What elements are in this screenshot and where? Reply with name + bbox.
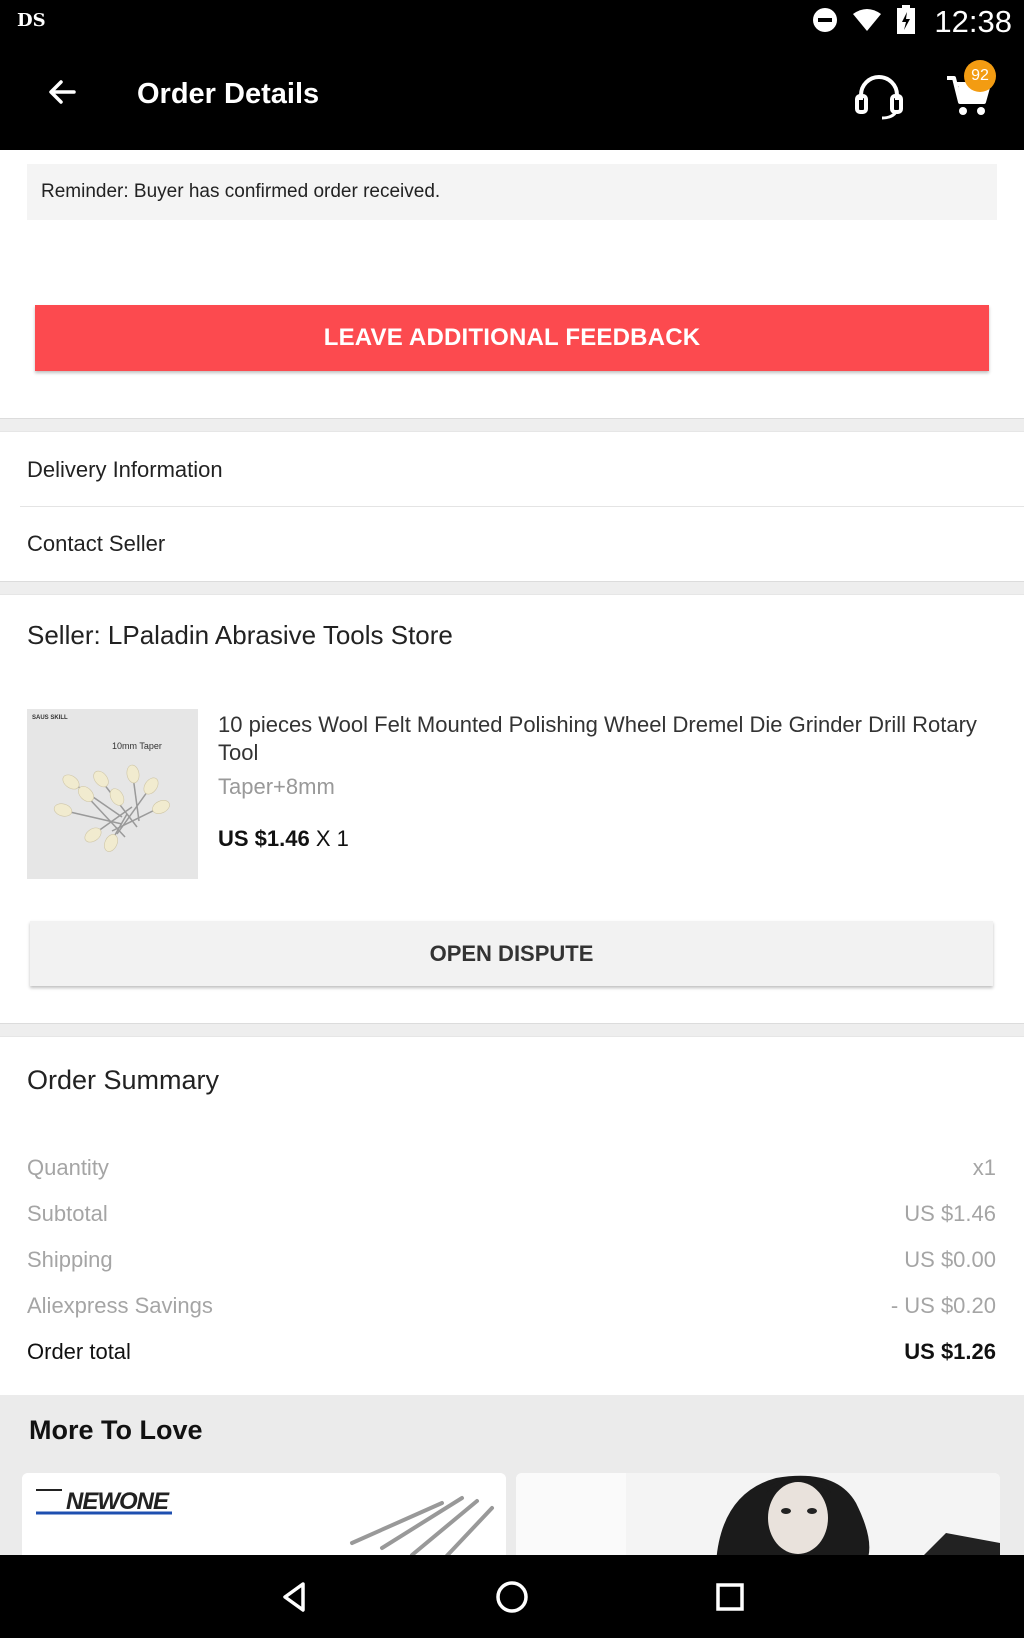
cart-icon xyxy=(944,76,994,124)
order-summary-title: Order Summary xyxy=(27,1065,220,1095)
summary-row-subtotal: Subtotal US $1.46 xyxy=(27,1198,996,1230)
summary-row-shipping: Shipping US $0.00 xyxy=(27,1244,996,1276)
nav-back-button[interactable] xyxy=(266,1571,322,1627)
leave-feedback-button[interactable]: LEAVE ADDITIONAL FEEDBACK xyxy=(35,305,989,371)
product-image-label: 10mm Taper xyxy=(112,741,162,751)
brand-logo-text: NEWONE xyxy=(66,1488,170,1515)
nav-home-icon xyxy=(494,1579,530,1620)
summary-label: Quantity xyxy=(27,1155,109,1180)
section-divider xyxy=(0,581,1024,595)
product-price-line: US $1.46 X 1 xyxy=(218,826,349,852)
order-total-value: US $1.26 xyxy=(904,1339,996,1364)
recommended-product-card[interactable]: NEWONE xyxy=(22,1473,506,1563)
summary-row-quantity: Quantity x1 xyxy=(27,1152,996,1184)
nav-recents-icon xyxy=(714,1581,746,1618)
app-bar: Order Details 92 xyxy=(0,42,1024,150)
support-button[interactable] xyxy=(852,68,906,122)
status-bar: DS 12:38 xyxy=(0,0,1024,42)
reminder-banner: Reminder: Buyer has confirmed order rece… xyxy=(27,164,997,220)
carrier-label: DS xyxy=(17,10,46,31)
summary-value: x1 xyxy=(972,1155,996,1180)
page-title: Order Details xyxy=(137,78,320,110)
summary-row-total: Order total US $1.26 xyxy=(27,1336,996,1368)
dnd-icon xyxy=(812,7,838,38)
nav-recents-button[interactable] xyxy=(702,1571,758,1627)
product-name[interactable]: 10 pieces Wool Felt Mounted Polishing Wh… xyxy=(218,711,998,767)
headset-icon xyxy=(852,75,906,126)
more-to-love-section: More To Love NEWONE xyxy=(0,1395,1024,1563)
battery-icon xyxy=(896,4,916,40)
contact-seller-link[interactable]: Contact Seller xyxy=(0,507,1024,581)
summary-label: Subtotal xyxy=(27,1201,108,1226)
summary-value: US $1.46 xyxy=(904,1201,996,1226)
product-price: US $1.46 xyxy=(218,826,310,851)
product-quantity: X 1 xyxy=(315,826,349,851)
wifi-icon xyxy=(852,7,882,38)
system-navigation-bar xyxy=(0,1555,1024,1638)
clock: 12:38 xyxy=(934,4,1012,39)
product-image-brand: SAUS SKILL xyxy=(32,715,68,721)
summary-label: Aliexpress Savings xyxy=(27,1293,213,1318)
summary-row-savings: Aliexpress Savings - US $0.20 xyxy=(27,1290,996,1322)
more-to-love-title: More To Love xyxy=(29,1415,203,1445)
back-arrow-icon xyxy=(47,77,77,112)
product-image[interactable]: SAUS SKILL 10mm Taper xyxy=(27,709,198,879)
summary-label: Shipping xyxy=(27,1247,113,1272)
delivery-information-link[interactable]: Delivery Information xyxy=(0,433,1024,507)
status-icons: 12:38 xyxy=(812,2,1012,42)
section-divider xyxy=(0,418,1024,432)
cart-count-badge: 92 xyxy=(964,60,996,92)
open-dispute-button[interactable]: OPEN DISPUTE xyxy=(30,921,993,986)
order-total-label: Order total xyxy=(27,1339,131,1364)
summary-value: - US $0.20 xyxy=(890,1293,996,1318)
seller-name: Seller: LPaladin Abrasive Tools Store xyxy=(27,620,453,650)
nav-home-button[interactable] xyxy=(484,1571,540,1627)
section-divider xyxy=(0,1023,1024,1037)
nav-back-icon xyxy=(277,1580,311,1619)
back-button[interactable] xyxy=(40,72,84,116)
recommended-product-card[interactable] xyxy=(516,1473,1000,1563)
product-variant: Taper+8mm xyxy=(218,774,335,799)
summary-value: US $0.00 xyxy=(904,1247,996,1272)
